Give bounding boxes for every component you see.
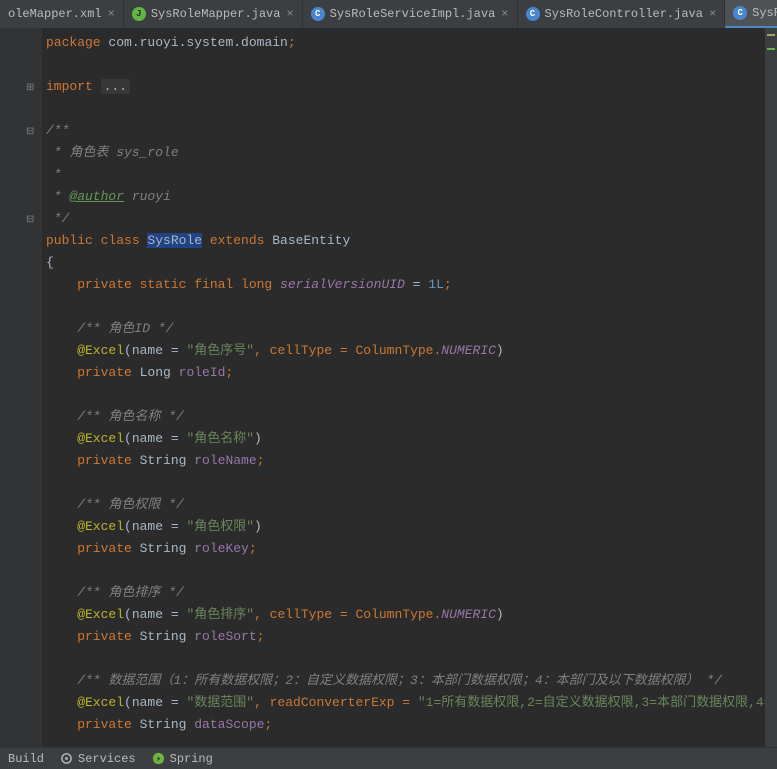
java-class-icon: C: [733, 6, 747, 20]
editor-scrollbar[interactable]: [765, 28, 777, 747]
spring-icon: [152, 752, 165, 765]
close-icon[interactable]: ×: [501, 7, 508, 21]
status-label: Services: [78, 752, 136, 766]
gutter: ⊞ ⊟ ⊟: [0, 28, 42, 747]
tab-sysrolemapper[interactable]: J SysRoleMapper.java ×: [124, 0, 303, 28]
editor-tab-bar: oleMapper.xml × J SysRoleMapper.java × C…: [0, 0, 777, 28]
status-label: Build: [8, 752, 44, 766]
spring-tool-button[interactable]: Spring: [152, 752, 213, 766]
tab-label: SysRoleMapper.java: [151, 7, 281, 21]
close-icon[interactable]: ×: [108, 7, 115, 21]
tab-sysrole[interactable]: C SysRole.java ×: [725, 0, 777, 28]
tab-label: SysRole.java: [752, 6, 777, 20]
tab-label: SysRoleController.java: [545, 7, 703, 21]
tab-sysroleserviceimpl[interactable]: C SysRoleServiceImpl.java ×: [303, 0, 518, 28]
editor-area: ⊞ ⊟ ⊟ package com.ruoyi.system.domain;: [0, 28, 777, 747]
status-label: Spring: [170, 752, 213, 766]
tab-label: SysRoleServiceImpl.java: [330, 7, 496, 21]
close-icon[interactable]: ×: [709, 7, 716, 21]
tab-label: oleMapper.xml: [8, 7, 102, 21]
services-icon: [60, 752, 73, 765]
close-icon[interactable]: ×: [286, 7, 293, 21]
java-class-icon: C: [526, 7, 540, 21]
tab-sysrolecontroller[interactable]: C SysRoleController.java ×: [518, 0, 726, 28]
java-class-icon: C: [311, 7, 325, 21]
code-editor[interactable]: package com.ruoyi.system.domain; import …: [42, 28, 777, 747]
tab-mapper-xml[interactable]: oleMapper.xml ×: [0, 0, 124, 28]
java-interface-icon: J: [132, 7, 146, 21]
services-tool-button[interactable]: Services: [60, 752, 136, 766]
status-bar: Build Services Spring: [0, 747, 777, 769]
build-tool-button[interactable]: Build: [8, 752, 44, 766]
